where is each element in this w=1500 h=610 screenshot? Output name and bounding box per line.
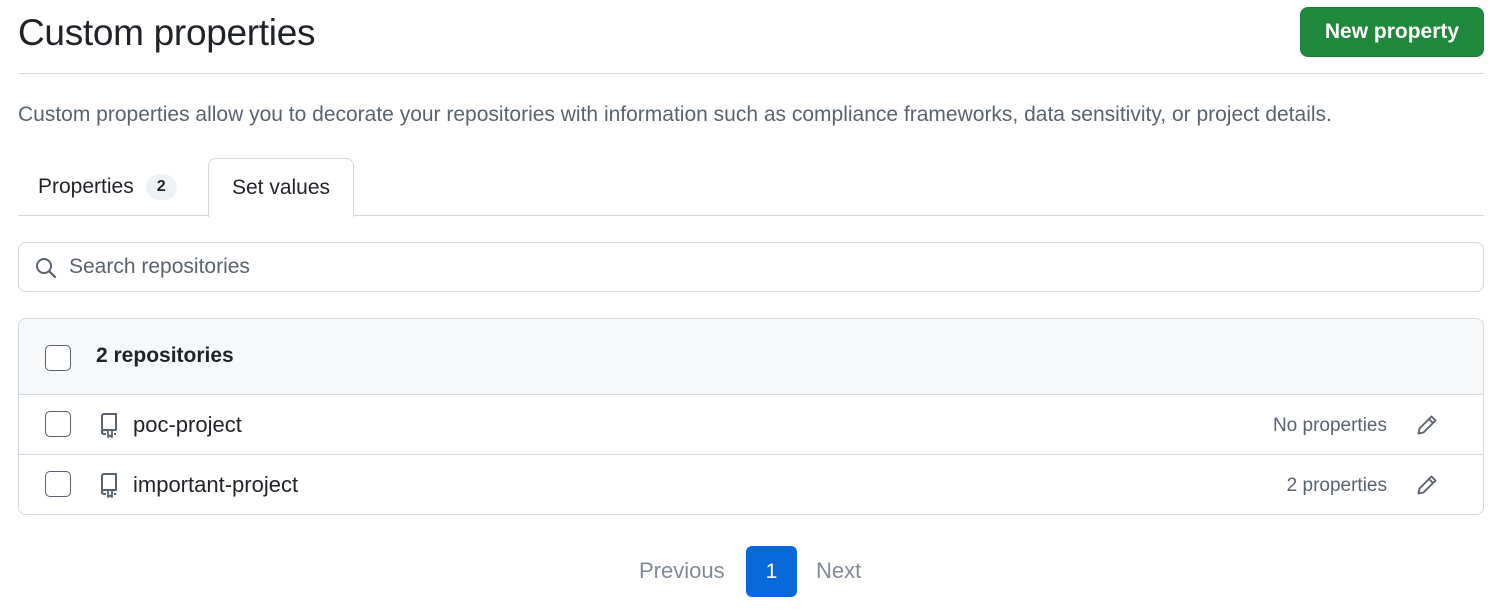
page-1-button[interactable]: 1 bbox=[746, 546, 797, 597]
table-header: 2 repositories bbox=[19, 319, 1483, 395]
custom-properties-page: Custom properties New property Custom pr… bbox=[0, 0, 1500, 610]
pencil-icon bbox=[1417, 475, 1437, 495]
repo-icon bbox=[101, 473, 117, 498]
tab-set-values[interactable]: Set values bbox=[208, 158, 354, 217]
search-icon bbox=[36, 258, 57, 279]
repo-name-link[interactable]: important-project bbox=[133, 472, 298, 498]
select-all-checkbox[interactable] bbox=[45, 345, 71, 371]
next-page-button[interactable]: Next bbox=[816, 558, 861, 584]
tab-properties[interactable]: Properties 2 bbox=[38, 158, 177, 216]
table-row: poc-project No properties bbox=[19, 395, 1483, 455]
page-header: Custom properties New property bbox=[18, 0, 1484, 74]
pagination: Previous 1 Next bbox=[0, 546, 1500, 598]
new-property-button[interactable]: New property bbox=[1300, 7, 1484, 57]
repository-count: 2 repositories bbox=[96, 344, 234, 367]
search-input[interactable] bbox=[69, 243, 1469, 291]
tab-set-values-label: Set values bbox=[231, 176, 331, 199]
page-description: Custom properties allow you to decorate … bbox=[18, 103, 1332, 126]
tab-bar: Properties 2 Set values bbox=[18, 158, 1484, 217]
row-checkbox[interactable] bbox=[45, 471, 71, 497]
property-count: No properties bbox=[1272, 415, 1387, 436]
previous-page-button[interactable]: Previous bbox=[639, 558, 725, 584]
tab-properties-label: Properties bbox=[38, 175, 134, 198]
pencil-icon bbox=[1417, 415, 1437, 435]
row-checkbox[interactable] bbox=[45, 411, 71, 437]
edit-button[interactable] bbox=[1413, 411, 1441, 439]
repo-name-link[interactable]: poc-project bbox=[133, 412, 242, 438]
property-count: 2 properties bbox=[1286, 475, 1387, 496]
search-box[interactable] bbox=[18, 242, 1484, 292]
repositories-table: 2 repositories poc-project No properties bbox=[18, 318, 1484, 515]
repo-icon bbox=[101, 413, 117, 438]
table-row: important-project 2 properties bbox=[19, 455, 1483, 514]
tab-properties-counter: 2 bbox=[145, 174, 177, 200]
page-title: Custom properties bbox=[18, 12, 316, 53]
edit-button[interactable] bbox=[1413, 471, 1441, 499]
